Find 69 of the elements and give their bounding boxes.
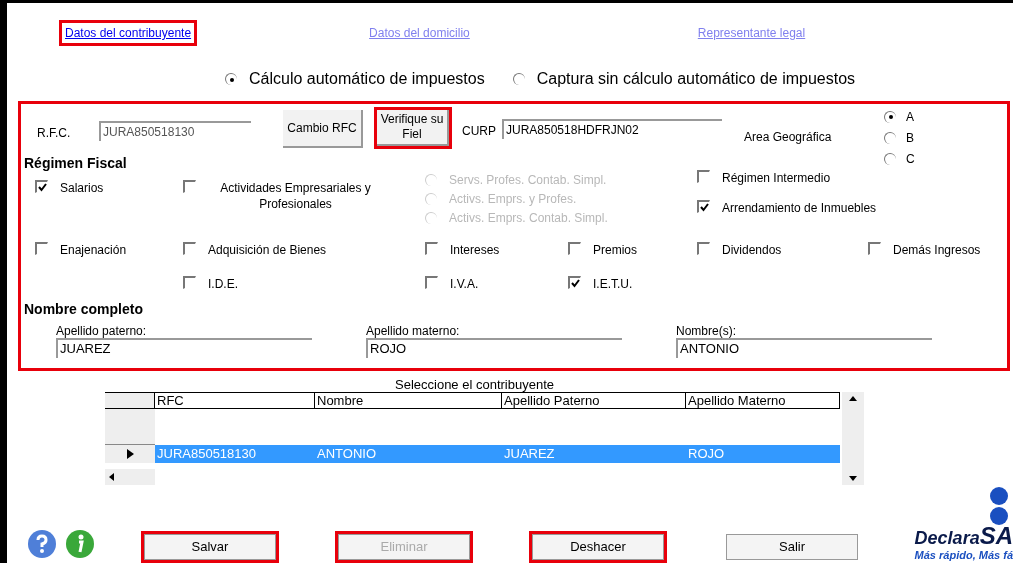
checkbox-label: I.D.E.	[208, 276, 238, 292]
column-header[interactable]: RFC	[155, 393, 315, 408]
checkbox-label: Premios	[593, 242, 637, 258]
field-label: Area Geográfica	[744, 129, 833, 146]
vertical-scrollbar[interactable]	[842, 392, 864, 485]
radio-button[interactable]	[884, 131, 896, 144]
checkbox-label: I.E.T.U.	[593, 276, 633, 292]
verify-fiel-button[interactable]: Verifique su Fiel	[377, 110, 449, 146]
checkbox-label: Intereses	[450, 242, 500, 258]
option-label: Cálculo automático de impuestos	[249, 69, 485, 89]
section-heading: Régimen Fiscal	[24, 154, 127, 172]
checkbox-label: Régimen Intermedio	[722, 170, 831, 186]
checkbox-label: Salarios	[60, 180, 104, 196]
action-button[interactable]: Salvar	[144, 534, 276, 560]
column-header[interactable]: Nombre	[315, 393, 502, 408]
option-label: Activs. Emprs. y Profes.	[449, 190, 577, 208]
name-field[interactable]: ROJO	[366, 338, 622, 358]
row-pointer-icon	[126, 449, 134, 459]
tab-link[interactable]: Datos del domicilio	[366, 23, 473, 43]
checkbox-label: Actividades Empresariales y Profesionales	[219, 180, 372, 212]
help-icon[interactable]	[27, 529, 57, 559]
checkbox-label: Adquisición de Bienes	[208, 242, 327, 258]
checkbox[interactable]	[35, 180, 48, 193]
grid-caption: Seleccione el contribuyente	[395, 377, 554, 392]
logo-tagline: Más rápido, Más fá	[914, 549, 1013, 561]
radio-button[interactable]	[884, 110, 896, 123]
row-header-cell	[105, 409, 155, 445]
column-header[interactable]: Apellido Materno	[686, 393, 840, 408]
field-label: Nombre(s):	[676, 324, 736, 338]
horizontal-scrollbar[interactable]	[105, 469, 155, 485]
option-label: Servs. Profes. Contab. Simpl.	[449, 171, 607, 189]
checkbox[interactable]	[697, 200, 710, 213]
down-arrow-icon	[849, 476, 857, 481]
checkbox-label: Enajenación	[60, 242, 127, 258]
checkbox[interactable]	[568, 276, 581, 289]
table-cell-text: JURA850518130	[156, 445, 258, 463]
action-button[interactable]: Deshacer	[532, 534, 664, 560]
tab-link[interactable]: Representante legal	[694, 23, 809, 43]
field-label: CURP	[462, 123, 497, 140]
action-button[interactable]: Salir	[726, 534, 858, 560]
name-field[interactable]: JUAREZ	[56, 338, 312, 358]
table-cell-text: JUAREZ	[503, 445, 556, 463]
field-label: Apellido materno:	[366, 324, 460, 338]
field-label: R.F.C.	[37, 125, 72, 142]
info-icon[interactable]	[65, 529, 95, 559]
table-cell-text: ANTONIO	[316, 445, 377, 463]
option-label: C	[906, 150, 915, 168]
tab-link[interactable]: Datos del contribuyente	[62, 23, 195, 43]
field-label: Apellido paterno:	[56, 324, 147, 338]
curp-field[interactable]: JURA850518HDFRJN02	[502, 119, 722, 139]
column-header[interactable]: Apellido Paterno	[502, 393, 686, 408]
option-label: A	[906, 108, 914, 126]
radio-button[interactable]	[884, 152, 896, 165]
radio-button[interactable]	[225, 73, 237, 85]
logo-wordmark: DeclaraSA	[914, 526, 1013, 549]
checkbox-label: Arrendamiento de Inmuebles	[722, 200, 877, 216]
checkbox-label: I.V.A.	[450, 276, 479, 292]
change-rfc-button[interactable]: Cambio RFC	[283, 110, 363, 148]
option-label: Activs. Emprs. Contab. Simpl.	[449, 209, 608, 227]
left-arrow-icon	[109, 473, 114, 481]
option-label: Captura sin cálculo automático de impuestos	[536, 69, 856, 89]
up-arrow-icon	[849, 396, 857, 401]
radio-button[interactable]	[512, 73, 525, 85]
section-heading: Nombre completo	[24, 300, 143, 318]
table-cell-text: ROJO	[687, 445, 726, 463]
name-field[interactable]: ANTONIO	[676, 338, 932, 358]
checkbox-label: Dividendos	[722, 242, 782, 258]
checkbox-label: Demás Ingresos	[893, 242, 981, 258]
option-label: B	[906, 129, 914, 147]
